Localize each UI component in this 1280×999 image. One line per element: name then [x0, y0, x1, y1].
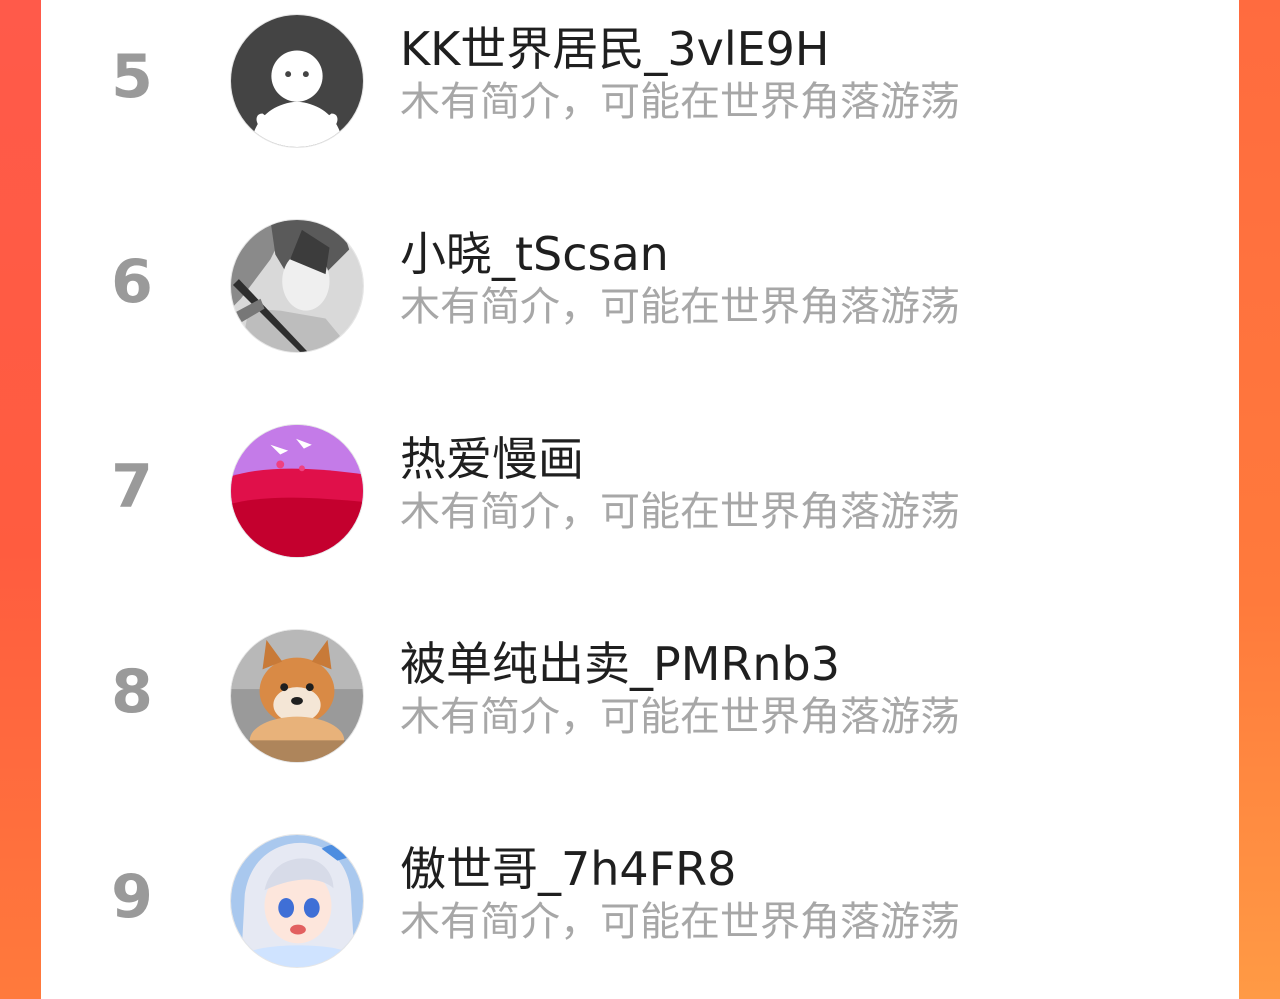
- rank-number: 5: [111, 42, 153, 112]
- rank-number: 7: [111, 452, 153, 522]
- rank-number: 9: [111, 862, 153, 932]
- ranking-list-item[interactable]: 6 小晓_tScsan 木有简介，可能在世界角落游荡: [41, 205, 1239, 355]
- ranking-list-panel[interactable]: 5 KK世界居民_3vlE9H 木有简介，可能在世界角落游荡 6 小晓_tScs…: [41, 0, 1239, 999]
- user-avatar[interactable]: [230, 424, 364, 558]
- background-frame-right: [1238, 0, 1280, 999]
- anime-girl-avatar-icon: [231, 835, 363, 967]
- ranking-list-item[interactable]: 9 傲世哥_7h4FR8 木有简介，可能在世界角落游荡: [41, 820, 1239, 970]
- red-flower-field-avatar-icon: [231, 425, 363, 557]
- user-bio: 木有简介，可能在世界角落游荡: [400, 899, 960, 945]
- user-name[interactable]: 被单纯出卖_PMRnb3: [400, 637, 840, 691]
- user-name[interactable]: 傲世哥_7h4FR8: [400, 842, 736, 896]
- ranking-list-item[interactable]: 5 KK世界居民_3vlE9H 木有简介，可能在世界角落游荡: [41, 0, 1239, 150]
- user-name[interactable]: 热爱慢画: [400, 432, 584, 486]
- user-avatar[interactable]: [230, 629, 364, 763]
- anime-swordsman-avatar-icon: [231, 220, 363, 352]
- user-avatar[interactable]: [230, 834, 364, 968]
- user-bio: 木有简介，可能在世界角落游荡: [400, 489, 960, 535]
- shiba-dog-avatar-icon: [231, 630, 363, 762]
- user-avatar[interactable]: [230, 219, 364, 353]
- user-name[interactable]: KK世界居民_3vlE9H: [400, 22, 830, 76]
- rank-number: 8: [111, 657, 153, 727]
- user-bio: 木有简介，可能在世界角落游荡: [400, 79, 960, 125]
- user-bio: 木有简介，可能在世界角落游荡: [400, 284, 960, 330]
- user-name[interactable]: 小晓_tScsan: [400, 227, 669, 281]
- user-bio: 木有简介，可能在世界角落游荡: [400, 694, 960, 740]
- user-avatar[interactable]: [230, 14, 364, 148]
- ranking-list-item[interactable]: 8 被单纯出卖_PMRnb3 木有简介，可能在世界角落游荡: [41, 615, 1239, 765]
- default-user-avatar-icon: [231, 15, 363, 147]
- rank-number: 6: [111, 247, 153, 317]
- ranking-list-item[interactable]: 7 热爱慢画 木有简介，可能在世界角落游荡: [41, 410, 1239, 560]
